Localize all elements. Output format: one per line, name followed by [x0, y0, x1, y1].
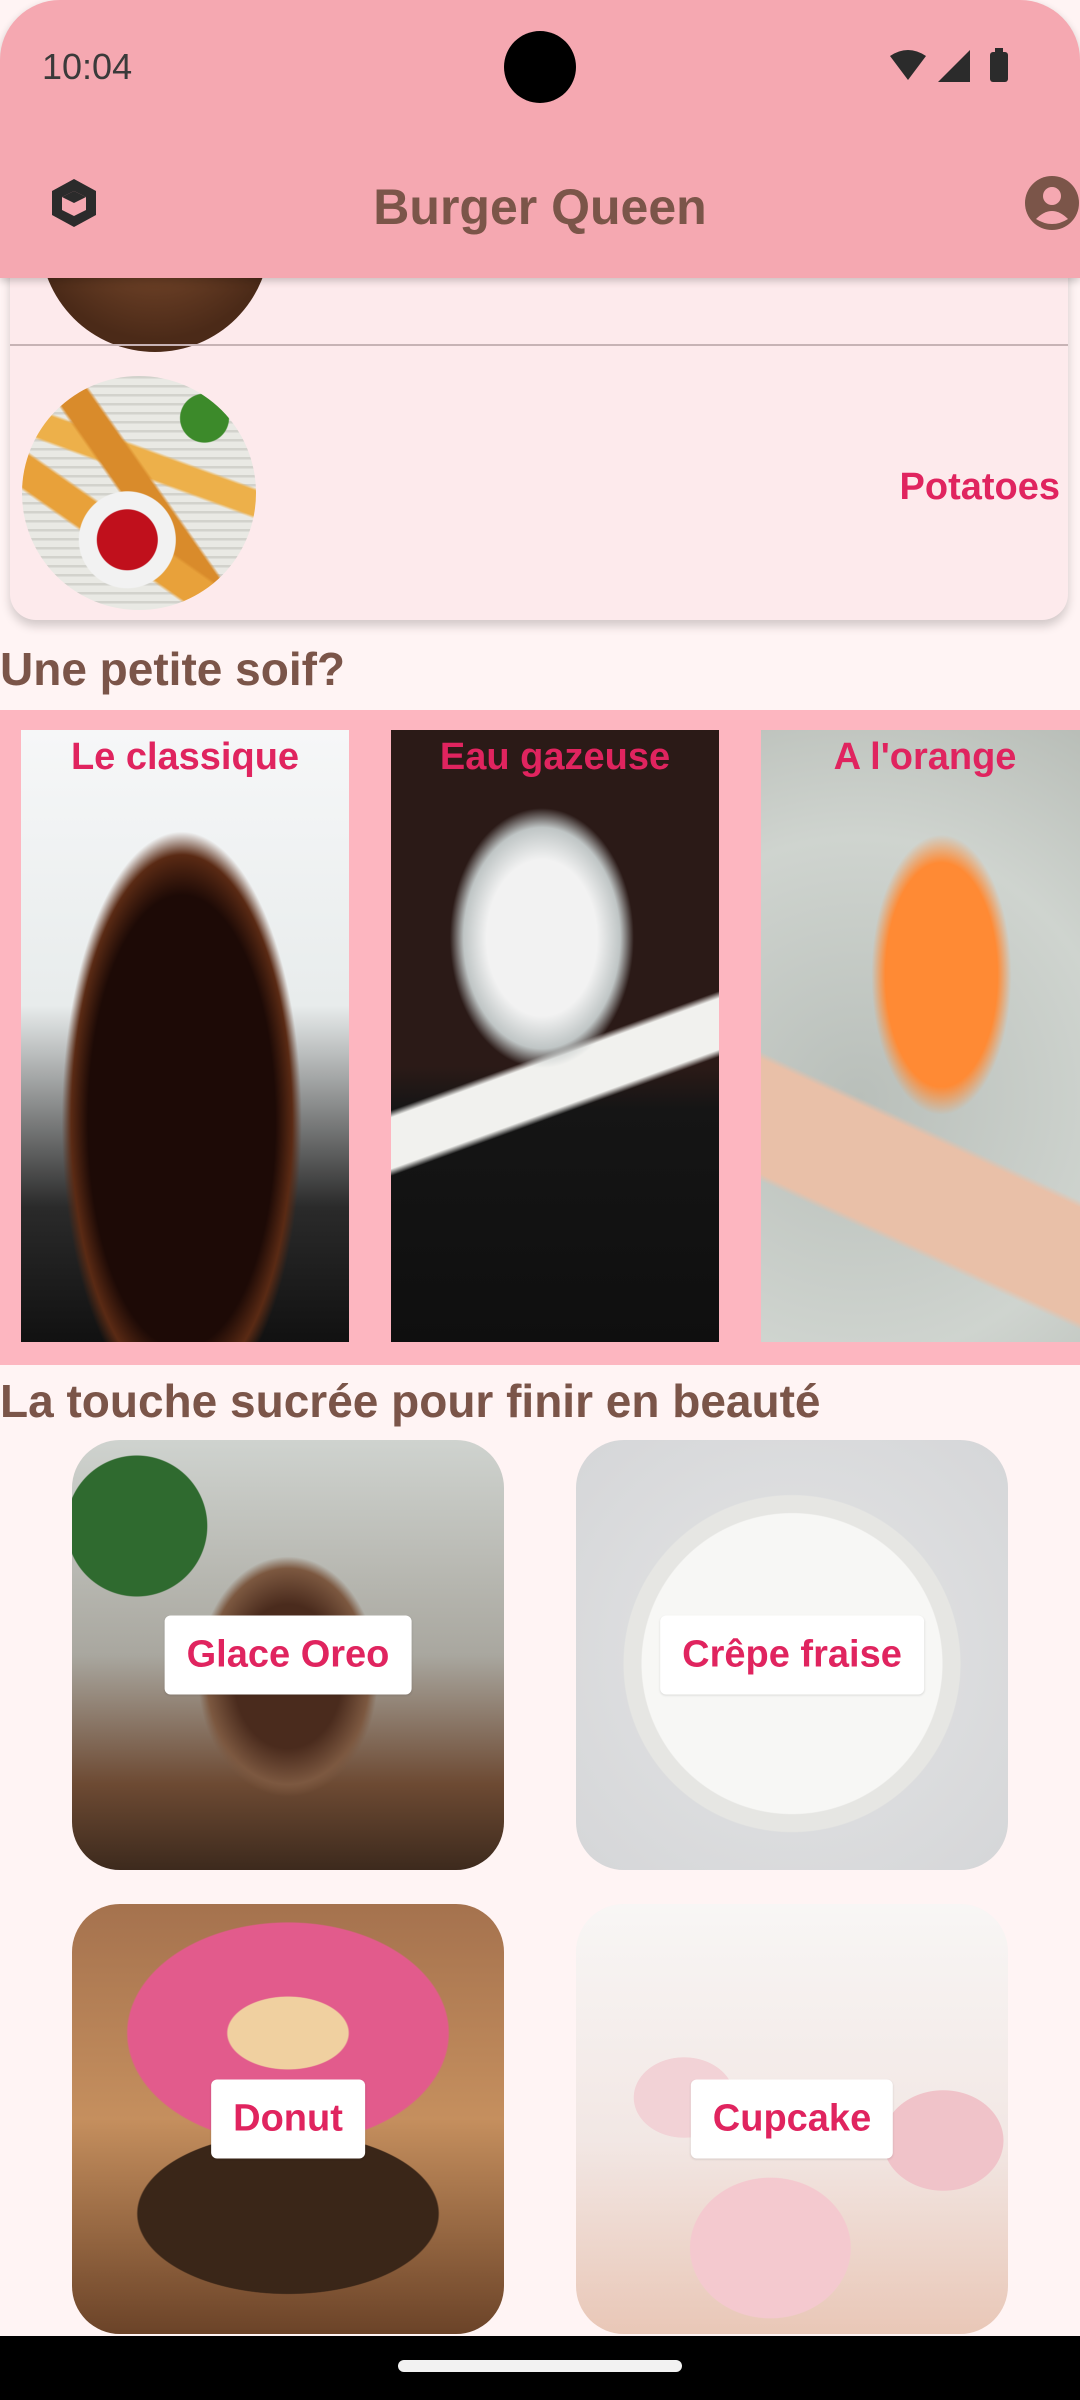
dessert-card-glace-oreo[interactable]: Glace Oreo	[72, 1440, 504, 1870]
drinks-section-title: Une petite soif?	[0, 643, 346, 695]
drink-card-eau-gazeuse[interactable]: Eau gazeuse	[391, 730, 719, 1342]
app-title: Burger Queen	[373, 179, 707, 235]
menu-card-list: Potatoes	[10, 262, 1068, 620]
desserts-section-title: La touche sucrée pour finir en beauté	[0, 1375, 821, 1427]
drink-label: A l'orange	[833, 736, 1017, 778]
potatoes-image[interactable]	[22, 376, 256, 610]
dessert-label: Donut	[211, 2079, 365, 2159]
status-time: 10:04	[42, 46, 133, 87]
list-divider	[10, 344, 1068, 346]
menu-item-label[interactable]: Potatoes	[900, 466, 1060, 509]
dessert-label: Glace Oreo	[164, 1615, 412, 1695]
battery-icon	[990, 52, 1008, 82]
account-circle-icon[interactable]	[1024, 175, 1080, 231]
dessert-card-cupcake[interactable]: Cupcake	[576, 1904, 1008, 2334]
drink-label: Le classique	[70, 736, 300, 778]
camera-cutout	[504, 31, 576, 103]
dessert-label: Cupcake	[690, 2079, 894, 2159]
signal-icon	[938, 50, 970, 82]
drink-card-orange[interactable]: A l'orange	[761, 730, 1080, 1342]
dessert-card-donut[interactable]: Donut	[72, 1904, 504, 2334]
drink-card-classique[interactable]: Le classique	[21, 730, 349, 1342]
home-gesture-handle[interactable]	[398, 2360, 682, 2372]
dessert-label: Crêpe fraise	[660, 1615, 924, 1695]
wifi-icon	[890, 50, 926, 80]
dessert-card-crepe-fraise[interactable]: Crêpe fraise	[576, 1440, 1008, 1870]
top-app-bar: 10:04 Burger Queen	[0, 0, 1080, 278]
drinks-carousel[interactable]: Le classique Eau gazeuse A l'orange	[0, 710, 1080, 1365]
status-icons	[890, 48, 1008, 82]
drink-label: Eau gazeuse	[439, 736, 671, 778]
